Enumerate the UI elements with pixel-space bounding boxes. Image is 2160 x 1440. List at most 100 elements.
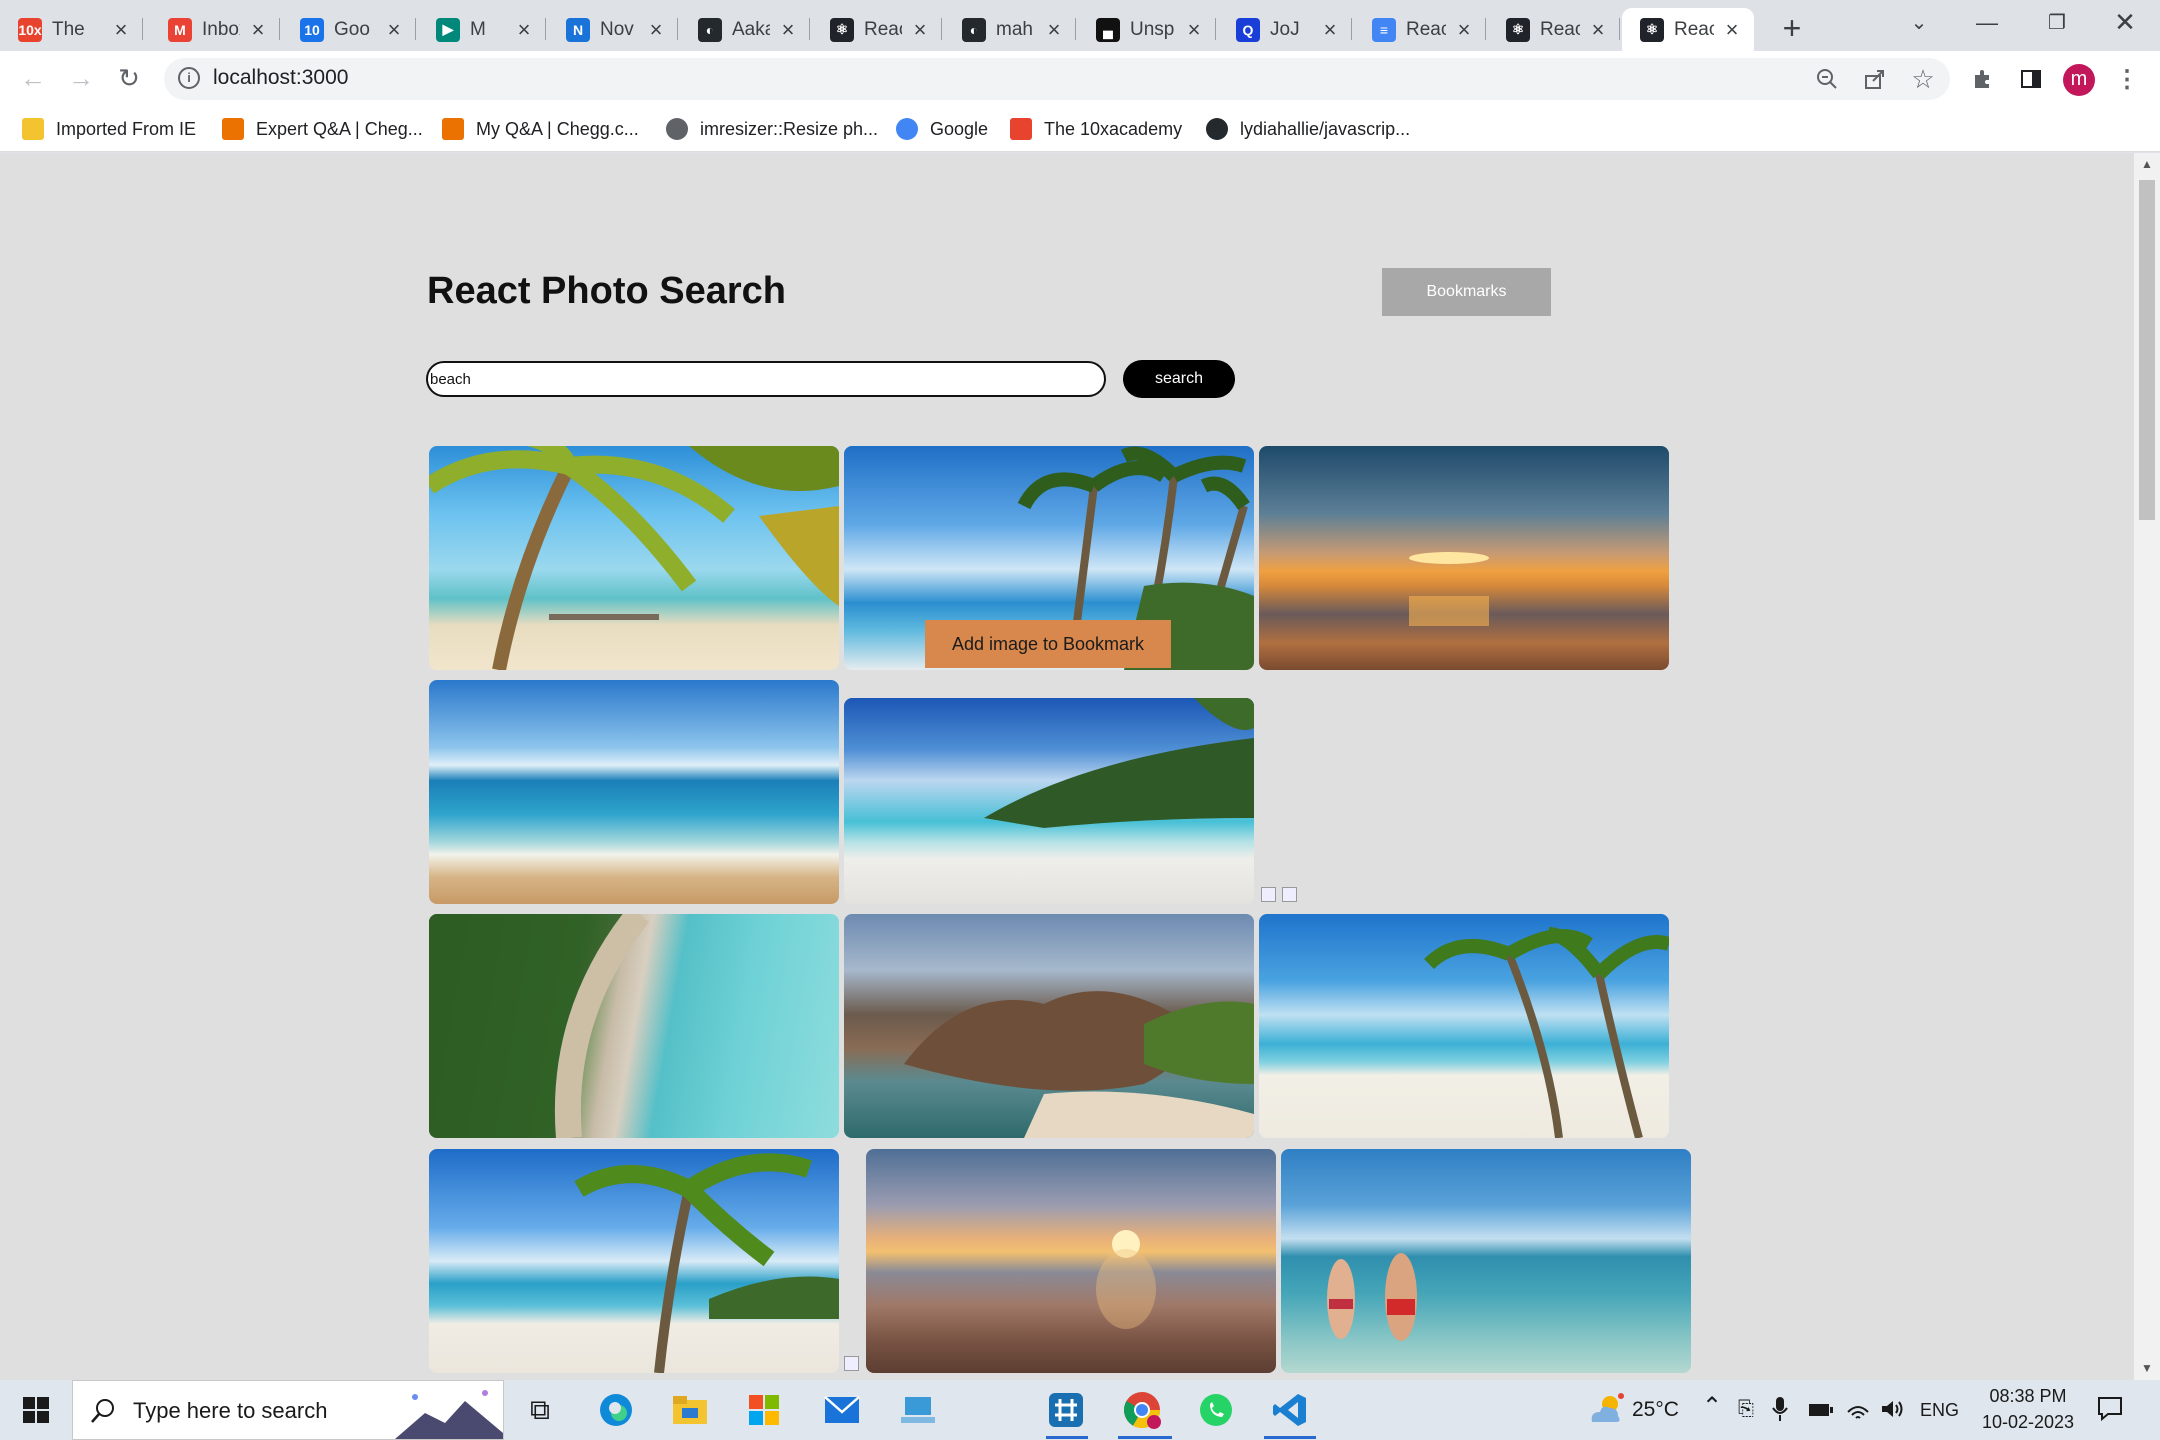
microphone-icon[interactable] [1772, 1396, 1788, 1427]
scroll-down-arrow[interactable]: ▼ [2141, 1361, 2153, 1375]
store-icon[interactable] [740, 1386, 788, 1434]
minimize-icon[interactable]: — [1952, 0, 2022, 45]
zoom-icon[interactable] [1808, 60, 1846, 98]
photo-card[interactable] [866, 1149, 1276, 1373]
browser-tab[interactable]: M Inbox × [150, 8, 280, 51]
photo-card[interactable] [1281, 1149, 1691, 1373]
browser-tab[interactable]: ◐ Aaka × [680, 8, 810, 51]
close-tab-icon[interactable]: × [382, 17, 406, 43]
browser-tab[interactable]: Q JoJ × [1218, 8, 1352, 51]
close-tab-icon[interactable]: × [1720, 17, 1744, 43]
close-tab-icon[interactable]: × [109, 17, 133, 43]
close-tab-icon[interactable]: × [776, 17, 800, 43]
search-button[interactable]: search [1123, 360, 1235, 398]
photo-card[interactable] [844, 698, 1254, 904]
photo-card[interactable] [844, 914, 1254, 1138]
search-icon [91, 1399, 114, 1423]
browser-tab[interactable]: ⚛ Reac × [1622, 8, 1754, 51]
aerial-coast-image [429, 914, 650, 1138]
close-tab-icon[interactable]: × [246, 17, 270, 43]
file-explorer-icon[interactable] [666, 1386, 714, 1434]
weather-icon[interactable] [1586, 1392, 1626, 1433]
close-tab-icon[interactable]: × [1586, 17, 1610, 43]
bookmark-item[interactable]: The 10xacademy [1010, 112, 1182, 146]
volume-icon[interactable] [1880, 1398, 1904, 1425]
bookmark-item[interactable]: Imported From IE [22, 112, 196, 146]
mail-icon[interactable] [818, 1386, 866, 1434]
tab-title: Nov [600, 18, 634, 40]
side-panel-icon[interactable] [2012, 60, 2050, 98]
close-window-icon[interactable]: ✕ [2090, 0, 2160, 45]
tab-search-icon[interactable]: ⌄ [1884, 0, 1954, 45]
web-page: React Photo Search Bookmarks search Add … [0, 153, 2134, 1380]
browser-tab[interactable]: ▶ M × [418, 8, 546, 51]
tray-chevron-icon[interactable]: ⌃ [1702, 1392, 1722, 1421]
add-bookmark-overlay[interactable]: Add image to Bookmark [925, 620, 1171, 668]
address-bar[interactable] [164, 58, 1950, 100]
bookmark-item[interactable]: imresizer::Resize ph... [666, 112, 878, 146]
browser-tab[interactable]: N Nov × [548, 8, 678, 51]
language-indicator[interactable]: ENG [1920, 1400, 1959, 1421]
photo-card[interactable] [1259, 914, 1669, 1138]
close-tab-icon[interactable]: × [908, 17, 932, 43]
menu-icon[interactable]: ⋮ [2108, 60, 2146, 98]
scroll-up-arrow[interactable]: ▲ [2141, 157, 2153, 171]
gmail-icon: M [168, 17, 192, 42]
bookmark-item[interactable]: Expert Q&A | Cheg... [222, 112, 423, 146]
close-tab-icon[interactable]: × [1182, 17, 1206, 43]
browser-tab[interactable]: ⚛ Reac × [812, 8, 942, 51]
bookmarks-button[interactable]: Bookmarks [1382, 268, 1551, 316]
edge-icon[interactable] [592, 1386, 640, 1434]
task-view-icon[interactable]: ⧉ [516, 1386, 564, 1434]
battery-icon[interactable] [1808, 1402, 1834, 1423]
url-text: localhost:3000 [213, 66, 349, 89]
browser-tab[interactable]: ▄ Unsp × [1078, 8, 1216, 51]
photo-card[interactable] [429, 914, 839, 1138]
whatsapp-icon[interactable] [1192, 1386, 1240, 1434]
back-icon[interactable]: ← [14, 59, 52, 97]
close-tab-icon[interactable]: × [1042, 17, 1066, 43]
close-tab-icon[interactable]: × [644, 17, 668, 43]
app-icon[interactable] [894, 1386, 942, 1434]
broken-image-icon [1261, 887, 1276, 902]
vscode-icon[interactable] [1266, 1386, 1314, 1434]
forward-icon[interactable]: → [62, 59, 100, 97]
share-icon[interactable] [1856, 60, 1894, 98]
scrollbar-thumb[interactable] [2139, 180, 2155, 520]
restore-icon[interactable]: ❐ [2022, 0, 2092, 45]
site-info-icon[interactable]: i [178, 67, 200, 89]
profile-avatar[interactable]: m [2063, 64, 2095, 96]
bookmark-item[interactable]: lydiahallie/javascrip... [1206, 112, 1410, 146]
photo-card[interactable] [429, 680, 839, 904]
github-icon: ◐ [698, 17, 722, 42]
slack-icon[interactable] [1042, 1386, 1090, 1434]
close-tab-icon[interactable]: × [1318, 17, 1342, 43]
rocky-beach-image [904, 991, 1254, 1138]
browser-tab[interactable]: ◐ mah × [944, 8, 1076, 51]
clock-time[interactable]: 08:38 PM [1984, 1386, 2072, 1407]
wifi-icon[interactable] [1846, 1398, 1870, 1425]
close-tab-icon[interactable]: × [1452, 17, 1476, 43]
chrome-icon[interactable] [1118, 1386, 1166, 1434]
windows-start-icon[interactable] [12, 1386, 60, 1434]
taskbar-search-box[interactable]: Type here to search [72, 1380, 504, 1440]
bookmark-star-icon[interactable]: ☆ [1904, 60, 1942, 98]
photo-card[interactable] [1259, 446, 1669, 670]
extensions-icon[interactable] [1964, 60, 2002, 98]
clock-date[interactable]: 10-02-2023 [1976, 1412, 2080, 1433]
bookmark-item[interactable]: My Q&A | Chegg.c... [442, 112, 639, 146]
new-tab-button[interactable]: + [1770, 8, 1814, 48]
browser-tab[interactable]: ≡ Reac × [1354, 8, 1486, 51]
photo-card[interactable] [429, 446, 839, 670]
bookmark-item[interactable]: Google [896, 112, 988, 146]
browser-tab[interactable]: ⚛ Reac × [1488, 8, 1620, 51]
search-input[interactable] [426, 361, 1106, 397]
reload-icon[interactable]: ↻ [110, 59, 148, 97]
browser-tab[interactable]: 10 Goo × [282, 8, 416, 51]
browser-tab[interactable]: 10x The × [0, 8, 143, 51]
page-scrollbar[interactable]: ▲ ▼ [2134, 153, 2160, 1380]
meet-now-icon[interactable]: ⎘ [1738, 1398, 1754, 1421]
photo-card[interactable] [429, 1149, 839, 1373]
close-tab-icon[interactable]: × [512, 17, 536, 43]
notifications-icon[interactable] [2096, 1394, 2124, 1427]
